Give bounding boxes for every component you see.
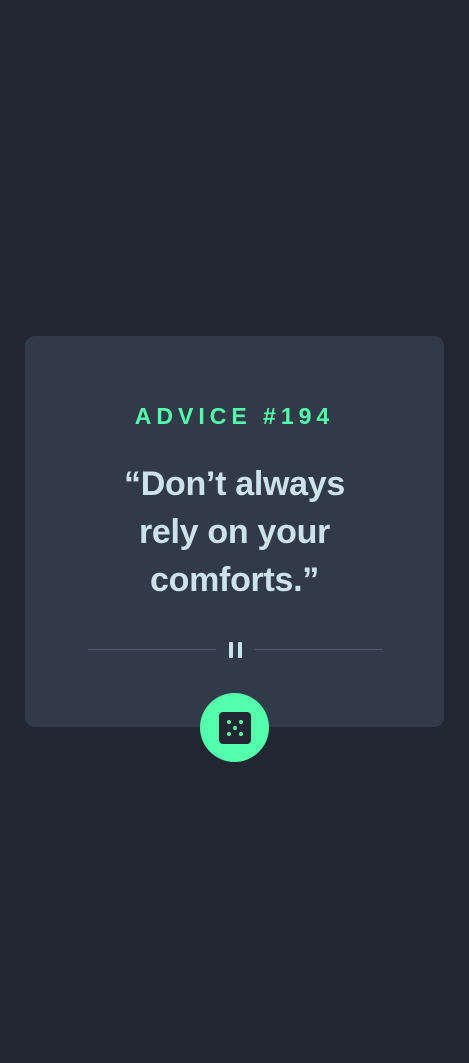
new-advice-button[interactable]: [200, 693, 269, 762]
pause-bar-left: [229, 642, 233, 658]
advice-quote: “Don’t always rely on your comforts.”: [124, 465, 345, 599]
dice-icon: [218, 711, 251, 744]
pattern-divider: [88, 639, 382, 661]
advice-number: ADVICE #194: [134, 403, 335, 429]
advice-card: ADVICE #194 “Don’t always rely on your c…: [25, 336, 444, 727]
pause-icon: [229, 642, 242, 658]
divider-line-left: [88, 649, 216, 650]
divider-line-right: [254, 649, 382, 650]
pause-bar-right: [238, 642, 242, 658]
